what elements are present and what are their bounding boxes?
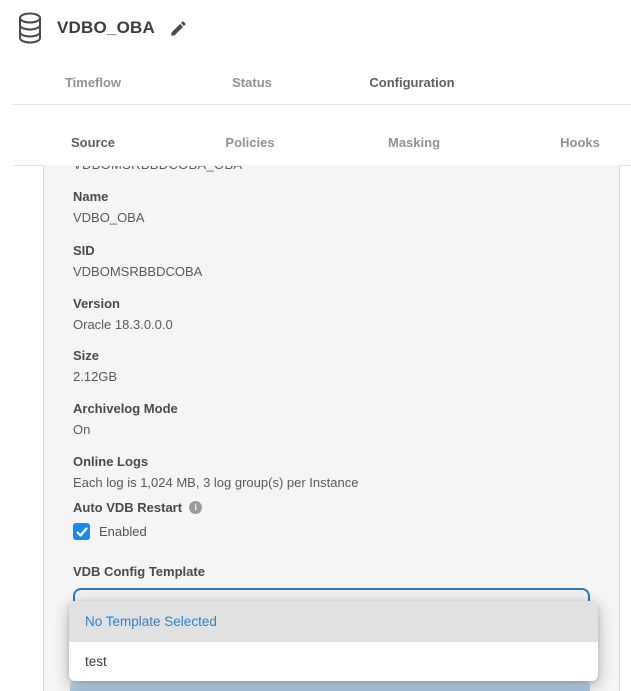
field-label: Online Logs — [73, 454, 593, 469]
field-label: Archivelog Mode — [73, 401, 593, 416]
subtab-masking[interactable]: Masking — [388, 135, 440, 150]
field-sid: SID VDBOMSRBBDCOBA — [73, 243, 593, 279]
field-online-logs: Online Logs Each log is 1,024 MB, 3 log … — [73, 454, 593, 490]
tab-configuration[interactable]: Configuration — [369, 75, 454, 90]
field-label: Version — [73, 296, 593, 311]
menu-option-test[interactable]: test — [69, 642, 598, 681]
field-version: Version Oracle 18.3.0.0.0 — [73, 296, 593, 332]
vdb-configuration-page: VDBO_OBA Timeflow Status Configuration S… — [0, 0, 631, 691]
edit-title-button[interactable] — [169, 18, 189, 38]
field-value: 2.12GB — [73, 369, 593, 384]
info-icon[interactable]: i — [189, 501, 202, 514]
field-value: Oracle 18.3.0.0.0 — [73, 317, 593, 332]
subtab-source[interactable]: Source — [71, 135, 115, 150]
auto-vdb-restart-label: Auto VDB Restart — [73, 500, 182, 515]
menu-option-no-template[interactable]: No Template Selected — [69, 601, 598, 642]
field-value: VDBOMSRBBDCOBA — [73, 264, 593, 279]
clipped-scrolled-text: VDBOMSRBBDCOBA_OBA — [73, 166, 373, 174]
tab-status[interactable]: Status — [232, 75, 272, 90]
field-archivelog-mode: Archivelog Mode On — [73, 401, 593, 437]
field-name: Name VDBO_OBA — [73, 189, 593, 225]
field-label: Size — [73, 348, 593, 363]
tabs-divider — [13, 104, 631, 105]
enabled-checkbox-row[interactable]: Enabled — [73, 523, 147, 540]
checkmark-icon — [76, 526, 88, 538]
field-label: SID — [73, 243, 593, 258]
database-icon — [18, 12, 42, 44]
vdb-config-template-label: VDB Config Template — [73, 564, 205, 579]
enabled-checkbox[interactable] — [73, 523, 90, 540]
field-value: Each log is 1,024 MB, 3 log group(s) per… — [73, 475, 593, 490]
page-title: VDBO_OBA — [57, 18, 155, 38]
field-value: VDBO_OBA — [73, 210, 593, 225]
bottom-blue-element — [70, 681, 590, 691]
pencil-icon — [169, 19, 188, 38]
page-header: VDBO_OBA — [18, 12, 189, 44]
field-size: Size 2.12GB — [73, 348, 593, 384]
field-label: Name — [73, 189, 593, 204]
field-value: On — [73, 422, 593, 437]
subtab-hooks[interactable]: Hooks — [560, 135, 600, 150]
subtab-policies[interactable]: Policies — [225, 135, 274, 150]
tab-timeflow[interactable]: Timeflow — [65, 75, 121, 90]
auto-vdb-restart-label-row: Auto VDB Restart i — [73, 500, 202, 515]
enabled-checkbox-label: Enabled — [99, 524, 147, 539]
template-dropdown-menu: No Template Selected test — [69, 601, 598, 681]
